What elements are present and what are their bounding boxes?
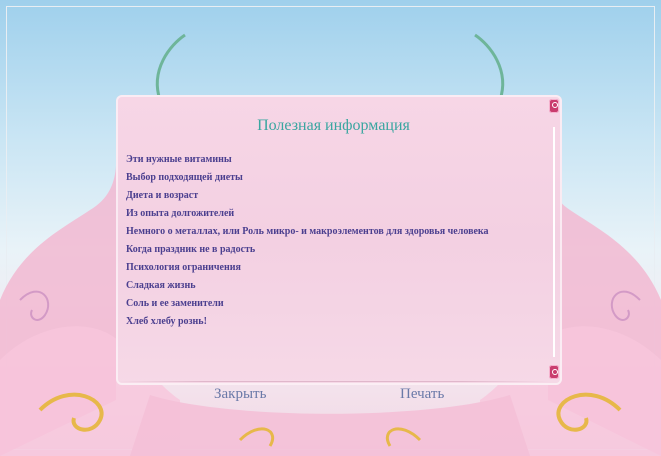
topic-link[interactable]: Из опыта долгожителей bbox=[126, 207, 536, 220]
topic-link[interactable]: Эти нужные витамины bbox=[126, 153, 536, 166]
close-button[interactable]: Закрыть bbox=[214, 386, 266, 403]
topic-link[interactable]: Выбор подходящей диеты bbox=[126, 171, 536, 184]
vertical-scrollbar[interactable] bbox=[549, 97, 559, 383]
scroll-up-icon[interactable] bbox=[549, 99, 559, 113]
scroll-down-icon[interactable] bbox=[549, 365, 559, 379]
scrollbar-track[interactable] bbox=[553, 127, 555, 357]
topics-list: Эти нужные витамины Выбор подходящей дие… bbox=[126, 153, 536, 333]
divider bbox=[118, 381, 548, 382]
print-button[interactable]: Печать bbox=[400, 386, 444, 403]
panel-title: Полезная информация bbox=[257, 117, 410, 134]
topic-link[interactable]: Психология ограничения bbox=[126, 261, 536, 274]
topic-link[interactable]: Немного о металлах, или Роль микро- и ма… bbox=[126, 225, 536, 238]
topic-link[interactable]: Когда праздник не в радость bbox=[126, 243, 536, 256]
topic-link[interactable]: Хлеб хлебу рознь! bbox=[126, 315, 536, 328]
topic-link[interactable]: Диета и возраст bbox=[126, 189, 536, 202]
topic-link[interactable]: Соль и ее заменители bbox=[126, 297, 536, 310]
topic-link[interactable]: Сладкая жизнь bbox=[126, 279, 536, 292]
